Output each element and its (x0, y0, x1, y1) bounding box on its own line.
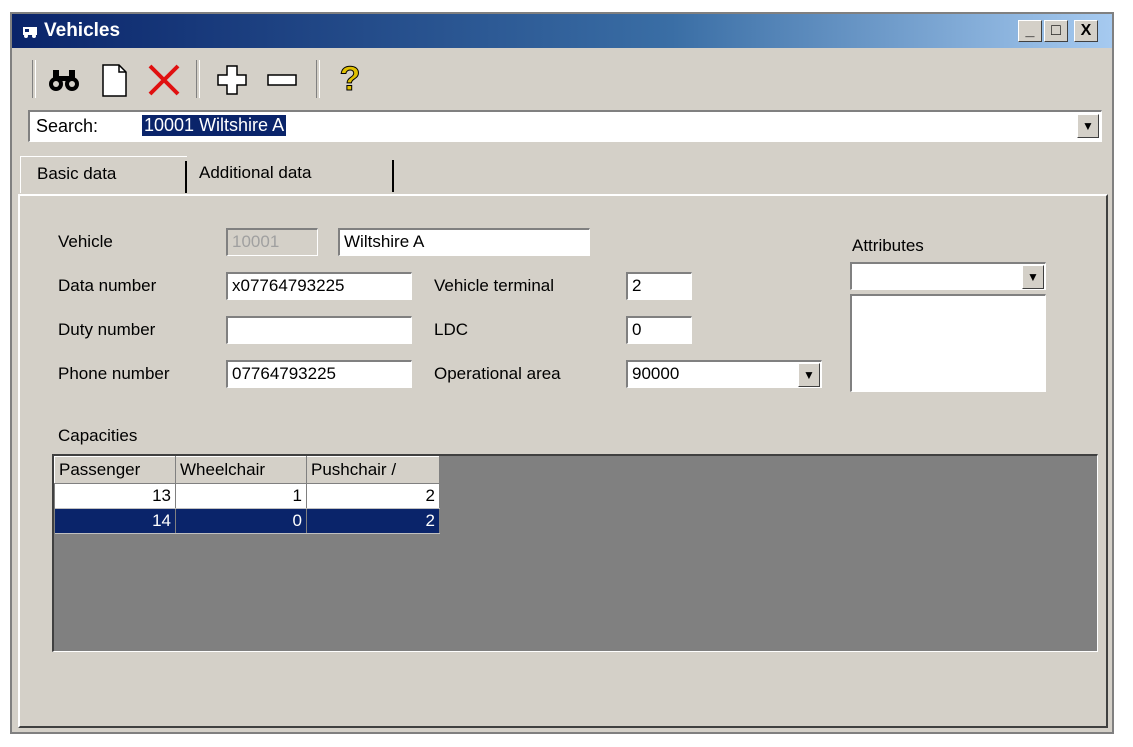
capacities-label: Capacities (58, 426, 138, 445)
chevron-down-icon[interactable]: ▼ (798, 363, 820, 387)
new-document-icon[interactable] (94, 60, 134, 100)
toolbar-separator (196, 60, 200, 98)
ldc-label: LDC (434, 320, 469, 339)
search-label: Search: (36, 116, 99, 136)
attributes-select[interactable]: ▼ (850, 262, 1046, 290)
ldc-field[interactable]: 0 (626, 316, 692, 344)
phone-number-field[interactable]: 07764793225 (226, 360, 412, 388)
column-header-pushchair[interactable]: Pushchair / (306, 456, 440, 484)
tab-additional-data[interactable]: Additional data (187, 156, 394, 192)
column-header-passenger[interactable]: Passenger (54, 456, 176, 484)
search-combobox[interactable]: Search: 10001 Wiltshire A ▼ (28, 110, 1102, 142)
remove-icon[interactable] (262, 60, 302, 100)
column-header-wheelchair[interactable]: Wheelchair (175, 456, 307, 484)
table-row-selected[interactable]: 14 0 2 (54, 508, 440, 534)
window-title: Vehicles (44, 20, 121, 41)
add-icon[interactable] (212, 60, 252, 100)
phone-number-label: Phone number (58, 364, 170, 383)
title-bar[interactable]: Vehicles _ □ X (12, 14, 1112, 48)
search-input[interactable]: 10001 Wiltshire A (142, 115, 287, 136)
wheelchair-cell[interactable]: 0 (175, 508, 307, 534)
delete-icon[interactable] (144, 60, 184, 100)
operational-area-value: 90000 (632, 364, 680, 383)
attributes-label: Attributes (852, 236, 924, 255)
passenger-cell[interactable]: 14 (54, 508, 176, 534)
maximize-button[interactable]: □ (1044, 20, 1068, 42)
vehicle-name-field[interactable]: Wiltshire A (338, 228, 590, 256)
toolbar: ? (18, 54, 1106, 104)
help-icon[interactable]: ? (330, 60, 370, 100)
pushchair-cell[interactable]: 2 (306, 508, 440, 534)
binoculars-icon[interactable] (44, 60, 84, 100)
toolbar-separator (316, 60, 320, 98)
tab-basic-data[interactable]: Basic data (20, 156, 187, 193)
attributes-list[interactable] (850, 294, 1046, 392)
passenger-cell[interactable]: 13 (54, 483, 176, 509)
operational-area-select[interactable]: 90000 ▼ (626, 360, 822, 388)
duty-number-label: Duty number (58, 320, 156, 339)
vehicles-window: Vehicles _ □ X ? Search: 10001 Wiltshire… (10, 12, 1114, 734)
wheelchair-cell[interactable]: 1 (175, 483, 307, 509)
vehicle-terminal-label: Vehicle terminal (434, 276, 555, 295)
chevron-down-icon[interactable]: ▼ (1077, 114, 1099, 138)
data-number-label: Data number (58, 276, 157, 295)
duty-number-field[interactable] (226, 316, 412, 344)
capacities-grid[interactable]: Passenger Wheelchair Pushchair / 13 1 2 … (52, 454, 1098, 652)
vehicle-terminal-field[interactable]: 2 (626, 272, 692, 300)
capacities-table: Passenger Wheelchair Pushchair / 13 1 2 … (54, 456, 440, 534)
chevron-down-icon[interactable]: ▼ (1022, 265, 1044, 289)
minimize-button[interactable]: _ (1018, 20, 1042, 42)
vehicle-id-field: 10001 (226, 228, 318, 256)
toolbar-separator (32, 60, 36, 98)
close-button[interactable]: X (1074, 20, 1098, 42)
vehicle-icon (23, 27, 37, 38)
operational-area-label: Operational area (434, 364, 561, 383)
data-number-field[interactable]: x07764793225 (226, 272, 412, 300)
pushchair-cell[interactable]: 2 (306, 483, 440, 509)
vehicle-label: Vehicle (58, 232, 113, 251)
table-row[interactable]: 13 1 2 (54, 483, 440, 509)
